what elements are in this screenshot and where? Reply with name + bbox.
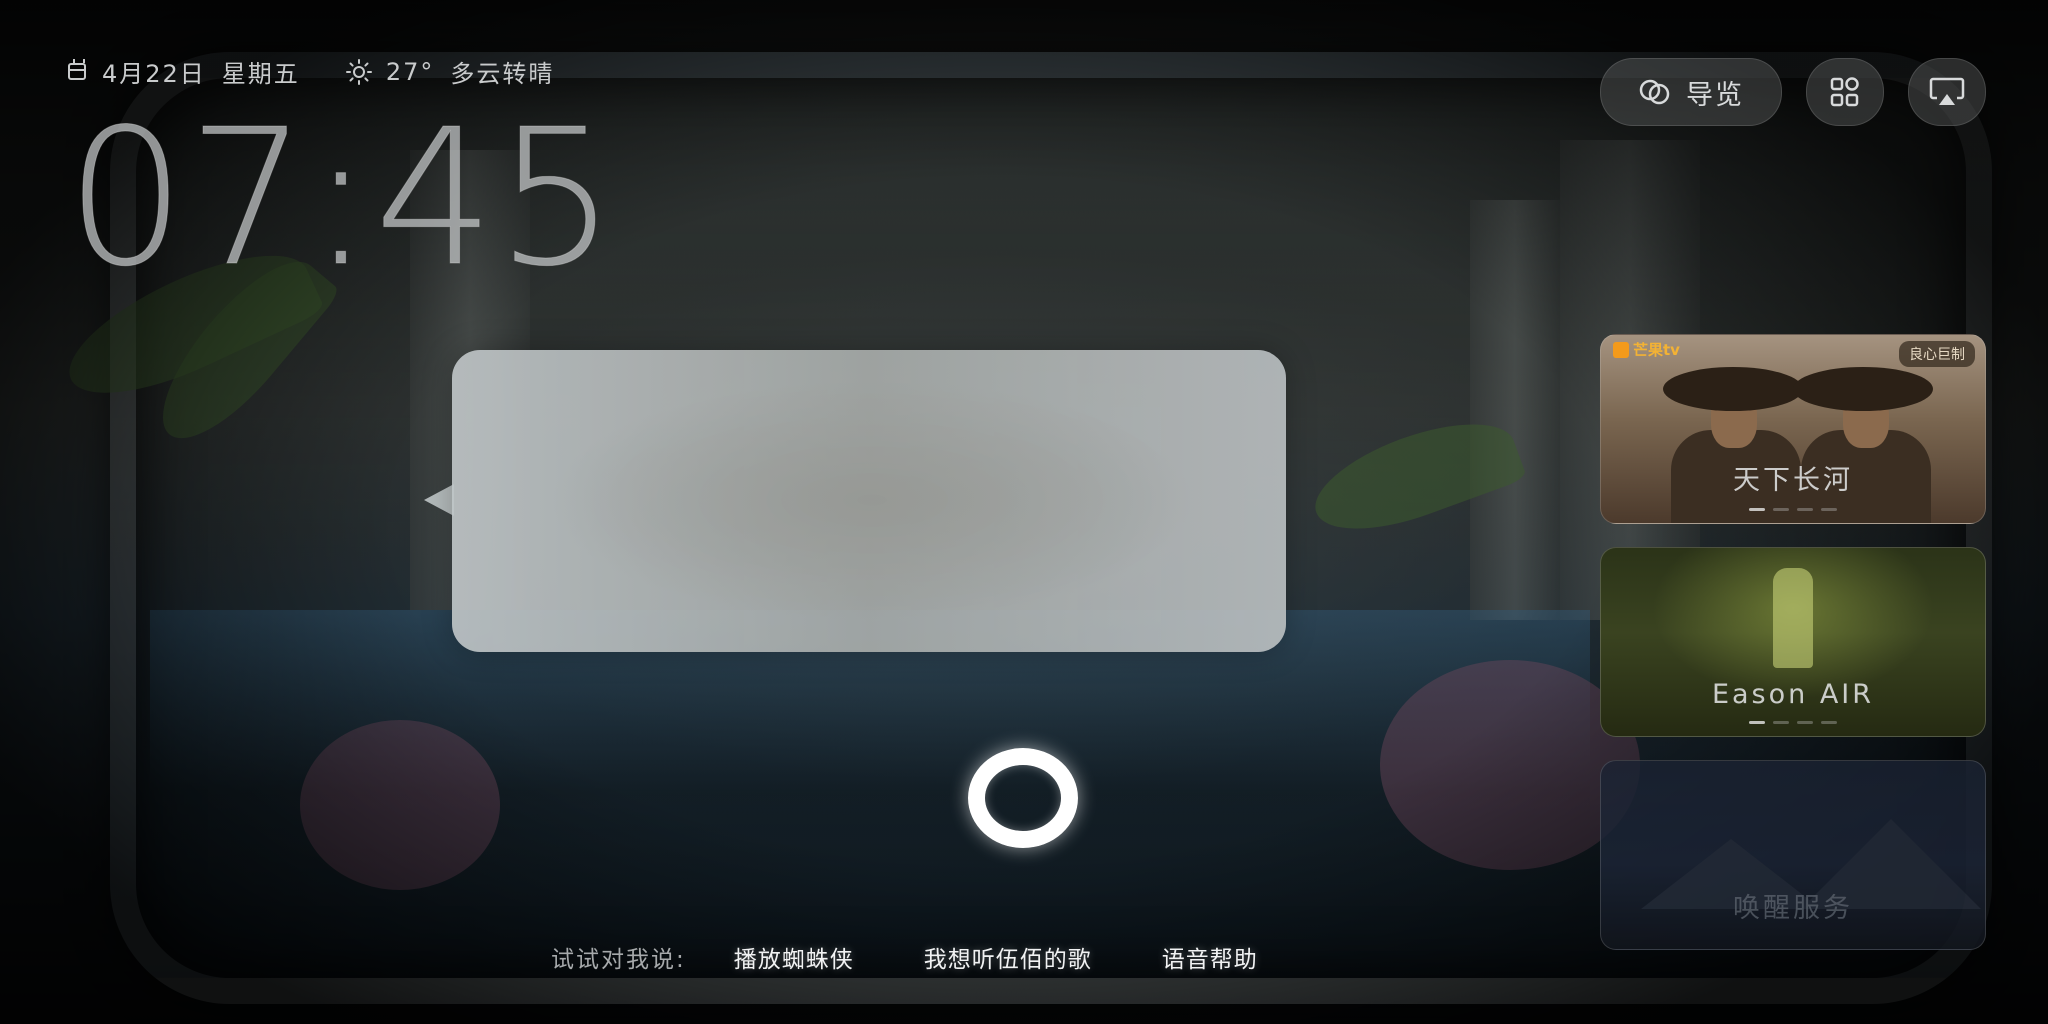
cast-button[interactable] xyxy=(1908,58,1986,126)
suggestion-item[interactable]: 播放蜘蛛侠 xyxy=(734,940,854,974)
suggestion-item[interactable]: 语音帮助 xyxy=(1162,940,1258,974)
guide-button-label: 导览 xyxy=(1686,79,1744,111)
guide-button[interactable]: 导览 xyxy=(1600,58,1782,126)
card-badge: 良心巨制 xyxy=(1899,341,1975,367)
calendar-icon xyxy=(68,59,86,80)
carousel-dots xyxy=(1601,721,1985,724)
clock: 07:45 xyxy=(66,89,618,308)
apps-grid-icon xyxy=(1830,77,1859,107)
carousel-dots xyxy=(1601,508,1985,511)
card-title: Eason AIR xyxy=(1711,679,1875,710)
content-card[interactable]: Eason AIR xyxy=(1600,547,1986,737)
date-text: 4月22日 xyxy=(102,60,206,88)
mango-tv-icon xyxy=(1613,341,1629,358)
weather-text: 多云转晴 xyxy=(450,60,555,88)
voice-dialog-bubble xyxy=(452,350,1286,652)
voice-suggestions: 试试对我说: 播放蜘蛛侠 我想听伍佰的歌 语音帮助 xyxy=(551,940,1258,974)
voice-assistant-ring[interactable] xyxy=(968,748,1078,848)
apps-button[interactable] xyxy=(1806,58,1884,126)
performer-figure xyxy=(1773,568,1813,668)
dialog-bubble-tail xyxy=(424,484,454,516)
cast-icon xyxy=(1929,77,1965,105)
content-card[interactable]: 芒果tv 良心巨制 天下长河 xyxy=(1600,334,1986,524)
brand-logo: 芒果tv xyxy=(1613,339,1680,360)
suggestion-item[interactable]: 我想听伍佰的歌 xyxy=(924,940,1092,974)
weekday-text: 星期五 xyxy=(221,60,300,88)
content-card[interactable]: 唤醒服务 xyxy=(1600,760,1986,950)
guide-icon xyxy=(1639,79,1670,105)
suggestion-prefix: 试试对我说: xyxy=(551,947,686,973)
sun-icon xyxy=(345,58,372,85)
status-bar: 4月22日 星期五 27° 多云转晴 xyxy=(68,54,554,89)
temperature-text: 27° xyxy=(385,57,435,86)
card-title: 唤醒服务 xyxy=(1733,893,1853,924)
card-title: 天下长河 xyxy=(1733,465,1853,496)
brand-text: 芒果tv xyxy=(1633,341,1680,359)
